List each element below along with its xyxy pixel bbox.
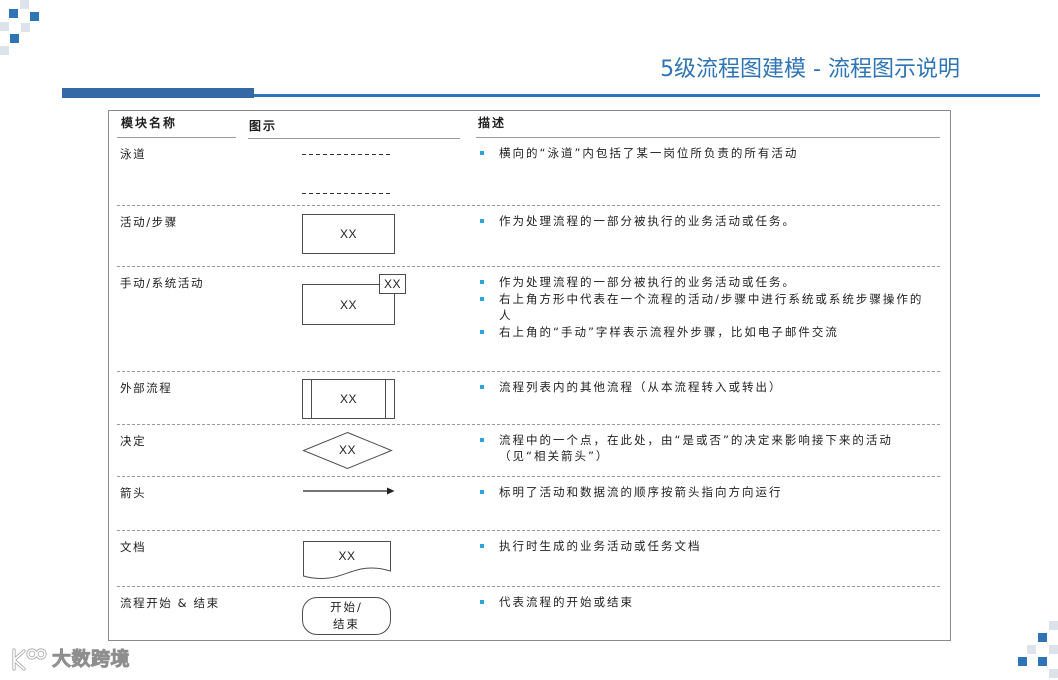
swimlane-icon <box>302 154 391 194</box>
module-label: 流程开始 & 结束 <box>120 596 220 610</box>
column-header-symbol: 图示 <box>248 111 460 139</box>
description-list: 标明了活动和数据流的顺序按箭头指向方向运行 <box>477 484 932 501</box>
decoration-square <box>10 34 19 43</box>
title-accent-bar <box>62 88 254 98</box>
corner-text: XX <box>383 277 401 291</box>
legend-row-decision: 决定 XX 流程中的一个点，在此处，由“是或否”的决定来影响接下来的活动（见“相… <box>117 424 940 476</box>
module-label: 外部流程 <box>120 381 173 395</box>
decision-diamond-icon: XX <box>302 431 393 470</box>
decoration-square <box>1049 621 1058 630</box>
symbol-text: XX <box>338 443 356 457</box>
document-icon: XX <box>303 541 391 580</box>
decoration-square <box>20 0 29 9</box>
description-list: 作为处理流程的一部分被执行的业务活动或任务。 右上角方形中代表在一个流程的活动/… <box>477 274 932 341</box>
decoration-square <box>1049 645 1058 654</box>
decoration-square <box>1049 669 1058 678</box>
symbol-text: XX <box>339 297 357 312</box>
decoration-square <box>0 46 9 55</box>
legend-row-external-process: 外部流程 XX 流程列表内的其他流程（从本流程转入或转出） <box>117 371 940 424</box>
description-item: 右上角的“手动”字样表示流程外步骤，比如电子邮件交流 <box>477 324 929 340</box>
slide-title: 5级流程图建模 - 流程图示说明 <box>660 57 960 82</box>
activity-box-icon: XX <box>302 214 395 254</box>
description-item: 流程中的一个点，在此处，由“是或否”的决定来影响接下来的活动（见“相关箭头”） <box>477 432 929 464</box>
decoration-square <box>21 23 30 32</box>
module-label: 文档 <box>120 540 147 554</box>
description-item: 流程列表内的其他流程（从本流程转入或转出） <box>477 379 929 395</box>
description-list: 流程列表内的其他流程（从本流程转入或转出） <box>477 379 932 396</box>
description-item: 执行时生成的业务活动或任务文档 <box>477 538 929 554</box>
legend-row-arrow: 箭头 标明了活动和数据流的顺序按箭头指向方向运行 <box>117 476 940 530</box>
dashu-logo-icon <box>12 648 47 671</box>
manual-corner-box: XX <box>379 274 406 294</box>
description-item: 标明了活动和数据流的顺序按箭头指向方向运行 <box>477 484 929 500</box>
symbol-text: XX <box>339 227 357 241</box>
module-label: 活动/步骤 <box>120 215 178 229</box>
watermark: 大数跨境 <box>8 644 148 674</box>
description-item: 横向的“泳道”内包括了某一岗位所负责的所有活动 <box>477 145 929 161</box>
description-item: 代表流程的开始或结束 <box>477 594 929 610</box>
symbol-text-line-2: 结束 <box>333 617 360 631</box>
decoration-square <box>9 9 18 18</box>
description-list: 作为处理流程的一部分被执行的业务活动或任务。 <box>477 213 932 230</box>
legend-row-swimlane: 泳道 横向的“泳道”内包括了某一岗位所负责的所有活动 <box>117 138 940 205</box>
symbol-text: XX <box>338 549 356 563</box>
decoration-square <box>30 12 39 21</box>
legend-row-document: 文档 XX 执行时生成的业务活动或任务文档 <box>117 530 940 586</box>
decoration-square <box>1018 657 1027 666</box>
column-header-module: 模块名称 <box>117 111 236 138</box>
terminator-icon: 开始/ 结束 <box>302 597 391 635</box>
swimlane-bottom-boundary <box>302 193 391 194</box>
symbol-text: XX <box>339 392 357 406</box>
decoration-square <box>1038 633 1047 642</box>
legend-table: 模块名称 图示 描述 泳道 横向的“泳道”内包括了某一岗位所负责的所有活动 活动… <box>108 110 951 641</box>
description-item: 右上角方形中代表在一个流程的活动/步骤中进行系统或系统步骤操作的人 <box>477 291 929 323</box>
legend-row-activity: 活动/步骤 XX 作为处理流程的一部分被执行的业务活动或任务。 <box>117 205 940 266</box>
column-header-description: 描述 <box>476 111 940 138</box>
decoration-square <box>1038 657 1047 666</box>
swimlane-top-boundary <box>302 154 391 155</box>
decoration-square <box>0 22 9 31</box>
arrow-icon <box>303 486 395 496</box>
manual-activity-icon: XX XX <box>302 274 406 325</box>
description-list: 代表流程的开始或结束 <box>477 594 932 611</box>
symbol-text-line-1: 开始/ <box>330 600 363 614</box>
module-label: 箭头 <box>120 486 147 500</box>
decoration-square <box>1027 645 1036 654</box>
description-item: 作为处理流程的一部分被执行的业务活动或任务。 <box>477 274 929 290</box>
description-item: 作为处理流程的一部分被执行的业务活动或任务。 <box>477 213 929 229</box>
watermark-brand: 大数跨境 <box>52 648 131 671</box>
legend-row-manual-activity: 手动/系统活动 XX XX 作为处理流程的一部分被执行的业务活动或任务。 右上角… <box>117 266 940 371</box>
description-list: 横向的“泳道”内包括了某一岗位所负责的所有活动 <box>477 145 932 162</box>
legend-row-terminator: 流程开始 & 结束 开始/ 结束 代表流程的开始或结束 <box>117 586 940 640</box>
title-rule <box>254 94 1040 97</box>
description-list: 流程中的一个点，在此处，由“是或否”的决定来影响接下来的活动（见“相关箭头”） <box>477 432 932 465</box>
description-list: 执行时生成的业务活动或任务文档 <box>477 538 932 555</box>
external-process-icon: XX <box>302 379 395 419</box>
module-label: 手动/系统活动 <box>120 276 205 290</box>
module-label: 决定 <box>120 434 147 448</box>
module-label: 泳道 <box>120 147 147 161</box>
